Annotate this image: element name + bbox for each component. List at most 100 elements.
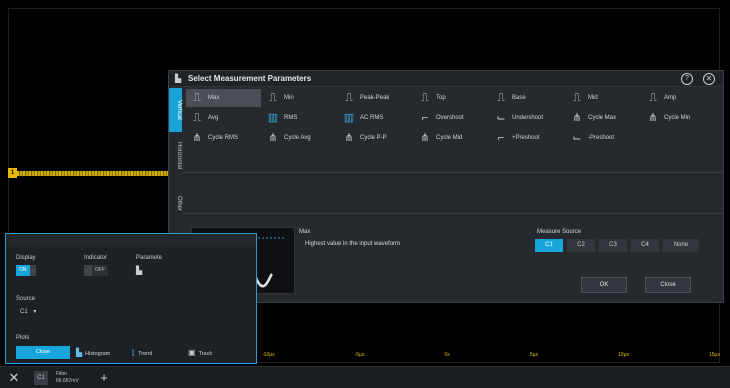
plot-label: Track — [198, 351, 213, 357]
param-label: Peak-Peak — [360, 95, 390, 101]
waveform-icon: ⋔ — [192, 132, 202, 144]
param-top[interactable]: ⎍ Top — [414, 89, 489, 107]
tab-other[interactable]: Other — [169, 182, 182, 226]
parameter-name: Max — [299, 229, 311, 235]
param-label: AC RMS — [360, 115, 384, 121]
trend-icon: ⌊ — [132, 348, 136, 357]
source-c3-button[interactable]: C3 — [599, 239, 627, 252]
param-cycle-rms[interactable]: ⋔ Cycle RMS — [186, 129, 261, 147]
tick-label: 0s — [444, 352, 450, 358]
source-c2-button[interactable]: C2 — [567, 239, 595, 252]
parameter-grid: ⎍ Max ⎍ Min ⎍ Peak-Peak ⎍ Top ⎍ Base ⎍ Mid ⎍ Am… — [186, 89, 721, 149]
add-icon[interactable]: + — [96, 370, 112, 386]
param-mid[interactable]: ⎍ Mid — [566, 89, 641, 107]
param-label: Cycle RMS — [208, 135, 239, 141]
param-label: Cycle Max — [588, 115, 617, 121]
plot-histogram-button[interactable]: ▙ Histogram — [76, 346, 110, 359]
display-label: Display — [16, 255, 36, 261]
tools-icon[interactable]: ✕ — [6, 370, 22, 386]
param-label: Cycle Mid — [436, 135, 463, 141]
measure-icon: ▙ — [175, 74, 182, 83]
param-plus-preshoot[interactable]: ⌐ +Preshoot — [490, 129, 565, 147]
measure-settings-panel: Display ON Indicator OFF Paramete ▙ Sour… — [5, 233, 257, 364]
channel-info[interactable]: Filter 66.667mV — [56, 371, 79, 385]
indicator-toggle[interactable]: OFF — [84, 265, 108, 276]
chevron-down-icon: ▾ — [33, 309, 37, 315]
waveform-icon: ⎍ — [421, 92, 429, 104]
channel-info-line2: 66.667mV — [56, 378, 79, 384]
waveform-icon: ⎍ — [649, 92, 657, 104]
param-label: RMS — [284, 115, 298, 121]
plot-label: Histogram — [85, 351, 111, 357]
tab-vertical[interactable]: Vertical — [169, 88, 182, 132]
waveform-icon: ⋔ — [648, 112, 658, 124]
waveform-icon: ▥ — [267, 112, 279, 124]
display-toggle[interactable]: ON — [16, 265, 36, 276]
param-label: +Preshoot — [512, 135, 540, 141]
param-avg[interactable]: ⎍ Avg — [186, 109, 261, 127]
indicator-off[interactable]: OFF — [92, 265, 108, 276]
waveform-icon: ⎍ — [193, 112, 201, 124]
param-peak-peak[interactable]: ⎍ Peak-Peak — [338, 89, 413, 107]
param-label: Cycle P-P — [360, 135, 387, 141]
param-undershoot[interactable]: ⌙ Undershoot — [490, 109, 565, 127]
close-icon[interactable]: ✕ — [703, 73, 715, 85]
category-tabs: Vertical Horizontal Other — [169, 88, 182, 232]
param-label: -Preshoot — [588, 135, 615, 141]
track-icon: ▣ — [188, 348, 196, 357]
tick-label: 5μs — [529, 352, 538, 358]
channel-indicator[interactable]: C1 — [34, 371, 48, 385]
source-c4-button[interactable]: C4 — [631, 239, 659, 252]
indicator-on[interactable] — [84, 265, 92, 276]
ok-button[interactable]: OK — [581, 277, 627, 293]
waveform-icon: ⎍ — [345, 92, 353, 104]
help-icon[interactable]: ? — [681, 73, 693, 85]
param-min[interactable]: ⎍ Min — [262, 89, 337, 107]
source-c1-button[interactable]: C1 — [535, 239, 563, 252]
source-select[interactable]: C1 ▾ — [20, 308, 36, 315]
tick-label: 15μs — [709, 352, 720, 358]
param-label: Top — [436, 95, 446, 101]
waveform-icon: ▥ — [343, 112, 355, 124]
dialog-header: ▙ Select Measurement Parameters ? ✕ — [169, 71, 723, 87]
waveform-icon: ⋔ — [344, 132, 354, 144]
param-cycle-max[interactable]: ⋔ Cycle Max — [566, 109, 641, 127]
panel-header — [6, 234, 256, 247]
param-minus-preshoot[interactable]: ⌙ -Preshoot — [566, 129, 641, 147]
close-button[interactable]: Close — [645, 277, 691, 293]
source-label: Source — [16, 296, 36, 302]
divider — [183, 213, 723, 214]
plot-trend-button[interactable]: ⌊ Trend — [132, 346, 152, 359]
waveform-icon: ⎍ — [269, 92, 277, 104]
display-on[interactable]: ON — [16, 265, 30, 276]
param-label: Cycle Min — [664, 115, 691, 121]
channel-info-line1: Filter — [56, 371, 68, 377]
waveform-icon: ⋔ — [420, 132, 430, 144]
plot-close-button[interactable]: Close — [16, 346, 70, 359]
param-base[interactable]: ⎍ Base — [490, 89, 565, 107]
waveform-icon: ⌙ — [496, 112, 506, 124]
waveform-icon: ⌐ — [421, 112, 429, 124]
tick-label: -10μs — [262, 352, 275, 358]
param-ac-rms[interactable]: ▥ AC RMS — [338, 109, 413, 127]
param-label: Cycle Avg — [284, 135, 311, 141]
param-cycle-min[interactable]: ⋔ Cycle Min — [642, 109, 717, 127]
display-off[interactable] — [29, 265, 36, 276]
param-cycle-p-p[interactable]: ⋔ Cycle P-P — [338, 129, 413, 147]
channel1-level-marker[interactable]: 1 — [8, 168, 17, 178]
plot-track-button[interactable]: ▣ Track — [188, 346, 212, 359]
tab-horizontal[interactable]: Horizontal — [169, 134, 182, 178]
param-cycle-mid[interactable]: ⋔ Cycle Mid — [414, 129, 489, 147]
parameter-icon[interactable]: ▙ — [136, 266, 142, 275]
param-amp[interactable]: ⎍ Amp — [642, 89, 717, 107]
param-label: Min — [284, 95, 294, 101]
param-max[interactable]: ⎍ Max — [186, 89, 261, 107]
param-label: Overshoot — [436, 115, 464, 121]
source-none-button[interactable]: None — [663, 239, 699, 252]
param-rms[interactable]: ▥ RMS — [262, 109, 337, 127]
parameter-description: Highest value in the input waveform — [305, 241, 401, 247]
time-axis-ticks: -10μs -5μs 0s 5μs 10μs 15μs — [262, 352, 720, 362]
waveform-icon: ⋔ — [572, 112, 582, 124]
param-cycle-avg[interactable]: ⋔ Cycle Avg — [262, 129, 337, 147]
param-overshoot[interactable]: ⌐ Overshoot — [414, 109, 489, 127]
